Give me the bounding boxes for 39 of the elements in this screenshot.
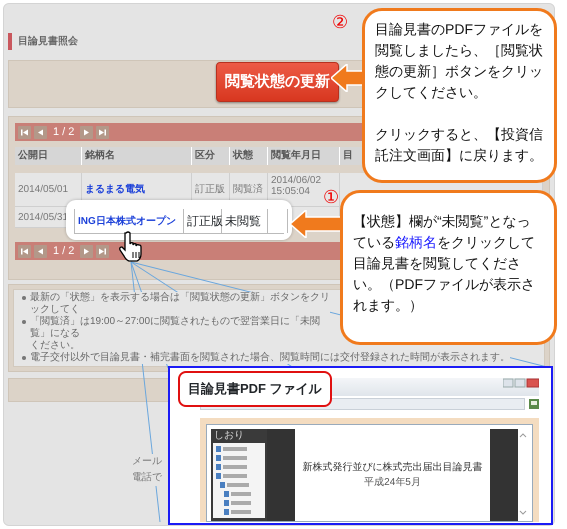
next-page-icon[interactable]	[80, 126, 94, 138]
inset-label: 目論見書PDF ファイル	[178, 371, 332, 406]
bullet-icon	[22, 296, 26, 300]
page-indicator: 1 / 2	[52, 244, 76, 259]
step-number: ①	[323, 188, 339, 206]
bullet-icon	[22, 356, 26, 360]
footer-text: 電話で	[132, 470, 162, 486]
first-page-icon[interactable]	[18, 126, 31, 138]
table-cell: 2014/05/01	[15, 173, 82, 207]
column-header: 状態	[230, 147, 268, 165]
heading-accent-bar	[8, 32, 12, 50]
column-header: 閲覧年月日	[268, 147, 340, 165]
last-page-icon[interactable]	[96, 244, 110, 258]
column-header: 公開日	[15, 147, 82, 165]
previous-page-icon[interactable]	[34, 126, 47, 138]
window-buttons-drawing	[503, 378, 539, 388]
first-page-icon[interactable]	[18, 244, 31, 258]
column-header: 銘柄名	[82, 147, 192, 165]
note-text: 最新の「状態」を表示する場合は「閲覧状態の更新」ボタンをクリックしてく	[30, 292, 330, 316]
note-text: 電子交付以外で目論見書・補完書面を閲覧された場合、閲覧時間には交付登録された時間が表示されます。	[30, 352, 510, 364]
column-header: 区分	[192, 147, 230, 165]
callout-text: 【状態】欄が“未閲覧”となっている銘柄名 をクリックして目論見書を閲覧してください。（PDFファイルが表示されます。）	[353, 212, 536, 315]
footer-text: メール	[132, 454, 162, 470]
page-icon	[529, 399, 539, 409]
step-number: ②	[332, 13, 348, 31]
previous-page-icon[interactable]	[34, 244, 47, 258]
panel-title: しおり	[213, 429, 245, 443]
table-cell-text: 訂正版	[187, 213, 223, 230]
page-indicator: 1 / 2	[52, 124, 76, 140]
last-page-icon[interactable]	[96, 126, 110, 138]
callout-text: 目論見書のPDFファイルを閲覧しましたら、［閲覧状態の更新］ボタンをクリックしてください。	[375, 20, 544, 102]
update-status-button[interactable]: 閲覧状態の更新	[216, 62, 339, 102]
document-title: 新株式発行並びに株式売出届出目論見書	[302, 460, 482, 475]
bullet-icon	[22, 320, 26, 324]
table-cell-text: 未閲覧	[225, 213, 261, 230]
fund-name-link[interactable]: まるまる電気	[85, 182, 191, 197]
page-title: 目論見書照会	[18, 34, 78, 48]
next-page-icon[interactable]	[80, 244, 94, 258]
document-date: 平成24年5月	[364, 476, 421, 490]
